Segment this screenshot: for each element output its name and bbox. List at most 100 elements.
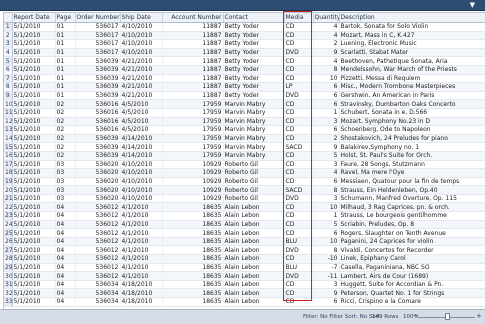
table-cell[interactable]: 10929: [162, 168, 224, 178]
table-cell[interactable]: 4/14/2010: [120, 142, 163, 152]
table-cell[interactable]: 1: [313, 211, 340, 221]
table-cell[interactable]: 02: [55, 134, 76, 144]
row-number[interactable]: 33: [4, 297, 13, 307]
table-cell[interactable]: 8: [313, 245, 340, 256]
table-cell[interactable]: Marvin Mabry: [223, 99, 285, 109]
row-number[interactable]: 5: [4, 56, 13, 66]
table-cell[interactable]: 536020: [75, 194, 121, 204]
table-cell[interactable]: CD: [284, 56, 314, 66]
table-cell[interactable]: 18635: [162, 237, 224, 247]
table-cell[interactable]: 02: [55, 117, 76, 127]
table-cell[interactable]: 6: [313, 177, 340, 187]
table-cell[interactable]: 04: [55, 237, 76, 247]
table-cell[interactable]: 4/5/2010: [120, 99, 163, 109]
table-cell[interactable]: Marvin Mabry: [223, 134, 285, 144]
table-cell[interactable]: 536034: [75, 297, 121, 307]
table-cell[interactable]: 11887: [162, 74, 224, 84]
table-cell[interactable]: Marvin Mabry: [223, 117, 285, 127]
table-cell[interactable]: 5/1/2010: [12, 142, 56, 152]
table-row[interactable]: 12 5/1/2010 02 536016 4/5/2010 17959 Marvin Ma…: [4, 117, 485, 127]
table-cell[interactable]: DVD: [284, 194, 314, 204]
table-cell[interactable]: 10: [313, 202, 340, 213]
table-row[interactable]: 27 5/1/2010 04 536012 4/1/2010 18635 Alain Leb…: [4, 245, 485, 256]
table-cell[interactable]: 11887: [162, 91, 224, 101]
table-cell[interactable]: 11887: [162, 31, 224, 41]
table-cell[interactable]: 17959: [162, 125, 224, 135]
column-header[interactable]: Media: [284, 13, 314, 23]
table-cell[interactable]: DVD: [284, 48, 314, 58]
table-cell[interactable]: -7: [313, 263, 340, 273]
table-cell[interactable]: 536012: [75, 237, 121, 247]
table-cell[interactable]: 4/21/2010: [120, 65, 163, 75]
table-cell[interactable]: 2: [313, 134, 340, 144]
table-cell[interactable]: 18635: [162, 202, 224, 213]
row-number[interactable]: 14: [4, 134, 13, 144]
table-cell[interactable]: CD: [284, 288, 314, 298]
table-row[interactable]: 26 5/1/2010 04 536012 4/1/2010 18635 Alain Leb…: [4, 237, 485, 247]
table-cell[interactable]: 5/1/2010: [12, 99, 56, 109]
table-cell[interactable]: 4/18/2010: [120, 288, 163, 298]
table-cell[interactable]: 01: [55, 82, 76, 92]
table-row[interactable]: 9 5/1/2010 01 536039 4/21/2010 11887 Betty Yod…: [4, 91, 485, 101]
table-cell[interactable]: 04: [55, 228, 76, 238]
table-cell[interactable]: Misc., Modern Trombone Masterpieces: [339, 82, 485, 92]
table-cell[interactable]: 536012: [75, 220, 121, 230]
table-cell[interactable]: 5/1/2010: [12, 125, 56, 135]
table-cell[interactable]: 5/1/2010: [12, 177, 56, 187]
table-cell[interactable]: Roberto Gil: [223, 177, 285, 187]
table-cell[interactable]: 536039: [75, 91, 121, 101]
table-cell[interactable]: 536034: [75, 288, 121, 298]
row-number[interactable]: 7: [4, 74, 13, 84]
table-cell[interactable]: Betty Yoder: [223, 91, 285, 101]
table-cell[interactable]: CD: [284, 202, 314, 213]
table-cell[interactable]: CD: [284, 297, 314, 307]
table-cell[interactable]: Bartok, Sonata for Solo Violin: [339, 22, 485, 32]
table-row[interactable]: 17 5/1/2010 03 536020 4/10/2010 10929 Roberto …: [4, 160, 485, 170]
table-cell[interactable]: 4/1/2010: [120, 202, 163, 213]
table-cell[interactable]: 536012: [75, 228, 121, 238]
table-cell[interactable]: 5/1/2010: [12, 271, 56, 281]
table-row[interactable]: 20 5/1/2010 03 536020 4/10/2010 10929 Roberto …: [4, 185, 485, 195]
table-cell[interactable]: Alain Lebon: [223, 254, 285, 264]
table-cell[interactable]: 5/1/2010: [12, 237, 56, 247]
column-header[interactable]: Report Date: [12, 13, 56, 23]
table-cell[interactable]: 4/10/2010: [120, 168, 163, 178]
table-cell[interactable]: 5/1/2010: [12, 228, 56, 238]
table-cell[interactable]: CD: [284, 125, 314, 135]
table-cell[interactable]: 11887: [162, 39, 224, 49]
table-cell[interactable]: 18635: [162, 280, 224, 290]
table-cell[interactable]: Betty Yoder: [223, 65, 285, 75]
table-cell[interactable]: LP: [284, 82, 314, 92]
table-cell[interactable]: 6: [313, 125, 340, 135]
table-cell[interactable]: CD: [284, 177, 314, 187]
table-cell[interactable]: 02: [55, 108, 76, 118]
data-grid[interactable]: Report Date Page Order Number Ship Date Acco…: [3, 12, 485, 310]
table-row[interactable]: 21 5/1/2010 03 536020 4/10/2010 10929 Roberto …: [4, 194, 485, 204]
table-row[interactable]: 1 5/1/2010 01 536017 4/10/2010 11887 Betty Yod…: [4, 22, 485, 32]
table-row[interactable]: 13 5/1/2010 02 536016 4/5/2010 17959 Marvin Ma…: [4, 125, 485, 135]
table-row[interactable]: 8 5/1/2010 01 536039 4/21/2010 11887 Betty Yod…: [4, 82, 485, 92]
table-cell[interactable]: Betty Yoder: [223, 74, 285, 84]
table-cell[interactable]: 2: [313, 39, 340, 49]
row-number[interactable]: 3: [4, 39, 13, 49]
table-row[interactable]: 7 5/1/2010 01 536039 4/21/2010 11887 Betty Yod…: [4, 74, 485, 84]
table-cell[interactable]: 536020: [75, 168, 121, 178]
row-number[interactable]: 29: [4, 263, 13, 273]
table-cell[interactable]: Schumann, Manfred Overture, Op. 115: [339, 194, 485, 204]
column-header[interactable]: Description: [339, 13, 485, 23]
table-cell[interactable]: 10929: [162, 160, 224, 170]
table-cell[interactable]: Strauss, Ein Heldenleben, Op.40: [339, 185, 485, 195]
zoom-slider-thumb[interactable]: [445, 313, 450, 320]
table-cell[interactable]: Ricci, Crispino e la Comare: [339, 297, 485, 307]
table-cell[interactable]: 3: [313, 117, 340, 127]
row-number[interactable]: 30: [4, 271, 13, 281]
table-cell[interactable]: 04: [55, 280, 76, 290]
table-cell[interactable]: Rogers, Slaughter on Tenth Avenue: [339, 228, 485, 238]
table-cell[interactable]: 5/1/2010: [12, 151, 56, 161]
table-cell[interactable]: Shostakovich, 24 Preludes for piano: [339, 134, 485, 144]
column-header[interactable]: [4, 13, 13, 23]
table-cell[interactable]: 10: [313, 237, 340, 247]
table-cell[interactable]: 03: [55, 160, 76, 170]
table-cell[interactable]: 4: [313, 168, 340, 178]
table-cell[interactable]: CD: [284, 74, 314, 84]
